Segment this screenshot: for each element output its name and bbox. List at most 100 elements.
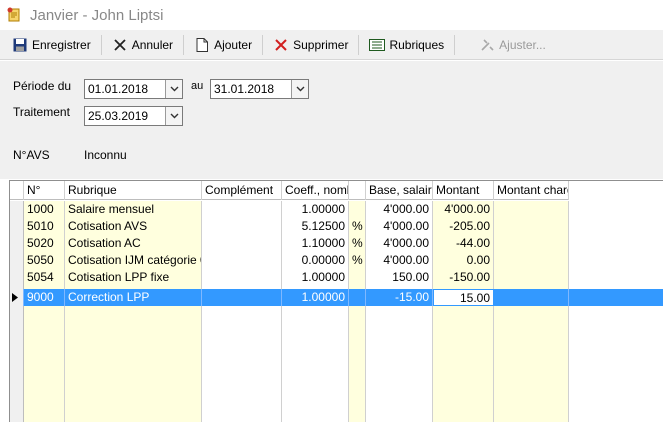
- cell-unit[interactable]: %: [349, 218, 366, 235]
- cell-complement[interactable]: [202, 269, 282, 286]
- cell-montant[interactable]: -44.00: [433, 235, 494, 252]
- save-label: Enregistrer: [32, 37, 91, 52]
- delete-button[interactable]: Supprimer: [267, 33, 354, 57]
- cell-base[interactable]: 4'000.00: [366, 235, 433, 252]
- save-button[interactable]: Enregistrer: [6, 33, 97, 57]
- cell-unit[interactable]: %: [349, 235, 366, 252]
- cell-no[interactable]: 1000: [24, 201, 65, 218]
- header-complement[interactable]: Complément: [202, 181, 282, 200]
- cell-charge[interactable]: [494, 201, 569, 218]
- cell-unit[interactable]: [349, 289, 366, 306]
- chevron-down-icon[interactable]: [291, 80, 308, 98]
- cell-unit[interactable]: [349, 269, 366, 286]
- adjust-label: Ajuster...: [499, 37, 546, 52]
- cell-unit[interactable]: [349, 201, 366, 218]
- cell-montant[interactable]: 0.00: [433, 252, 494, 269]
- header-montant[interactable]: Montant: [433, 181, 494, 200]
- toolbar-separator: [183, 34, 185, 55]
- table-row[interactable]: 5050 Cotisation IJM catégorie 0 0.00000 …: [10, 252, 569, 269]
- cell-base[interactable]: 4'000.00: [366, 218, 433, 235]
- cell-no[interactable]: 5020: [24, 235, 65, 252]
- header-unit[interactable]: [349, 181, 366, 200]
- cell-no[interactable]: 5010: [24, 218, 65, 235]
- app-icon: [7, 7, 20, 22]
- cell-base[interactable]: -15.00: [366, 289, 433, 306]
- cell-coeff[interactable]: 1.00000: [282, 289, 349, 306]
- new-document-icon: [194, 37, 210, 53]
- cell-coeff[interactable]: 1.10000: [282, 235, 349, 252]
- cell-montant-editing[interactable]: 15.00: [433, 289, 494, 306]
- cell-rubrique[interactable]: Correction LPP: [65, 289, 202, 306]
- table-row[interactable]: 5020 Cotisation AC 1.10000 % 4'000.00 -4…: [10, 235, 569, 252]
- toolbar-separator: [262, 34, 264, 55]
- cell-no[interactable]: 5054: [24, 269, 65, 286]
- grid-header: N° Rubrique Complément Coeff., nombre Ba…: [10, 181, 569, 200]
- cell-complement[interactable]: [202, 218, 282, 235]
- traitement-date-field[interactable]: 25.03.2019: [84, 106, 183, 126]
- periode-label: Période du: [13, 79, 72, 93]
- date-to-value: 31.01.2018: [214, 82, 275, 96]
- table-row[interactable]: 1000 Salaire mensuel 1.00000 4'000.00 4'…: [10, 201, 569, 218]
- cell-complement[interactable]: [202, 252, 282, 269]
- cell-rubrique[interactable]: Cotisation IJM catégorie 0: [65, 252, 202, 269]
- cell-montant[interactable]: 4'000.00: [433, 201, 494, 218]
- cell-montant[interactable]: -205.00: [433, 218, 494, 235]
- toolbar-separator: [454, 34, 456, 55]
- cell-rubrique[interactable]: Salaire mensuel: [65, 201, 202, 218]
- cell-coeff[interactable]: 5.12500: [282, 218, 349, 235]
- red-x-icon: [273, 37, 289, 53]
- chevron-down-icon[interactable]: [165, 80, 182, 98]
- cell-rubrique[interactable]: Cotisation LPP fixe: [65, 269, 202, 286]
- cell-charge[interactable]: [494, 218, 569, 235]
- cell-base[interactable]: 150.00: [366, 269, 433, 286]
- cell-coeff[interactable]: 1.00000: [282, 269, 349, 286]
- cell-montant[interactable]: -150.00: [433, 269, 494, 286]
- row-indicator: [10, 235, 24, 252]
- cell-complement[interactable]: [202, 289, 282, 306]
- header-no[interactable]: N°: [24, 181, 65, 200]
- window-title: Janvier - John Liptsi: [30, 6, 164, 24]
- add-label: Ajouter: [214, 37, 253, 52]
- tools-icon: [479, 37, 495, 53]
- cell-unit[interactable]: %: [349, 252, 366, 269]
- cell-base[interactable]: 4'000.00: [366, 252, 433, 269]
- date-to-field[interactable]: 31.01.2018: [210, 79, 309, 99]
- date-from-field[interactable]: 01.01.2018: [84, 79, 183, 99]
- header-coeff[interactable]: Coeff., nombre: [282, 181, 349, 200]
- add-button[interactable]: Ajouter: [188, 33, 258, 57]
- header-rubrique[interactable]: Rubrique: [65, 181, 202, 200]
- date-from-value: 01.01.2018: [88, 82, 149, 96]
- cell-base[interactable]: 4'000.00: [366, 201, 433, 218]
- rubriques-button[interactable]: Rubriques: [363, 33, 450, 57]
- current-row-arrow-icon: [12, 293, 18, 302]
- list-icon: [369, 37, 386, 53]
- cell-coeff[interactable]: 0.00000: [282, 252, 349, 269]
- header-base[interactable]: Base, salaire: [366, 181, 433, 200]
- cell-charge[interactable]: [494, 235, 569, 252]
- cell-no[interactable]: 9000: [24, 289, 65, 306]
- au-label: au: [191, 80, 204, 92]
- cell-charge[interactable]: [494, 252, 569, 269]
- chevron-down-icon[interactable]: [165, 107, 182, 125]
- table-row-selected[interactable]: 9000 Correction LPP 1.00000 -15.00 15.00: [10, 289, 663, 306]
- title-bar: Janvier - John Liptsi: [0, 0, 663, 30]
- cell-rubrique[interactable]: Cotisation AVS: [65, 218, 202, 235]
- cell-charge[interactable]: [494, 289, 569, 306]
- cell-complement[interactable]: [202, 235, 282, 252]
- row-indicator: [10, 289, 24, 306]
- cell-coeff[interactable]: 1.00000: [282, 201, 349, 218]
- adjust-button[interactable]: Ajuster...: [473, 33, 552, 57]
- x-icon: [112, 37, 128, 53]
- cell-no[interactable]: 5050: [24, 252, 65, 269]
- toolbar-separator: [100, 34, 102, 55]
- rubriques-grid[interactable]: N° Rubrique Complément Coeff., nombre Ba…: [9, 180, 663, 422]
- header-charge[interactable]: Montant charge: [494, 181, 569, 200]
- cell-rubrique[interactable]: Cotisation AC: [65, 235, 202, 252]
- table-row[interactable]: 5010 Cotisation AVS 5.12500 % 4'000.00 -…: [10, 218, 569, 235]
- avs-value: Inconnu: [84, 148, 127, 162]
- cell-complement[interactable]: [202, 201, 282, 218]
- row-indicator: [10, 252, 24, 269]
- cell-charge[interactable]: [494, 269, 569, 286]
- cancel-button[interactable]: Annuler: [106, 33, 179, 57]
- table-row[interactable]: 5054 Cotisation LPP fixe 1.00000 150.00 …: [10, 269, 569, 286]
